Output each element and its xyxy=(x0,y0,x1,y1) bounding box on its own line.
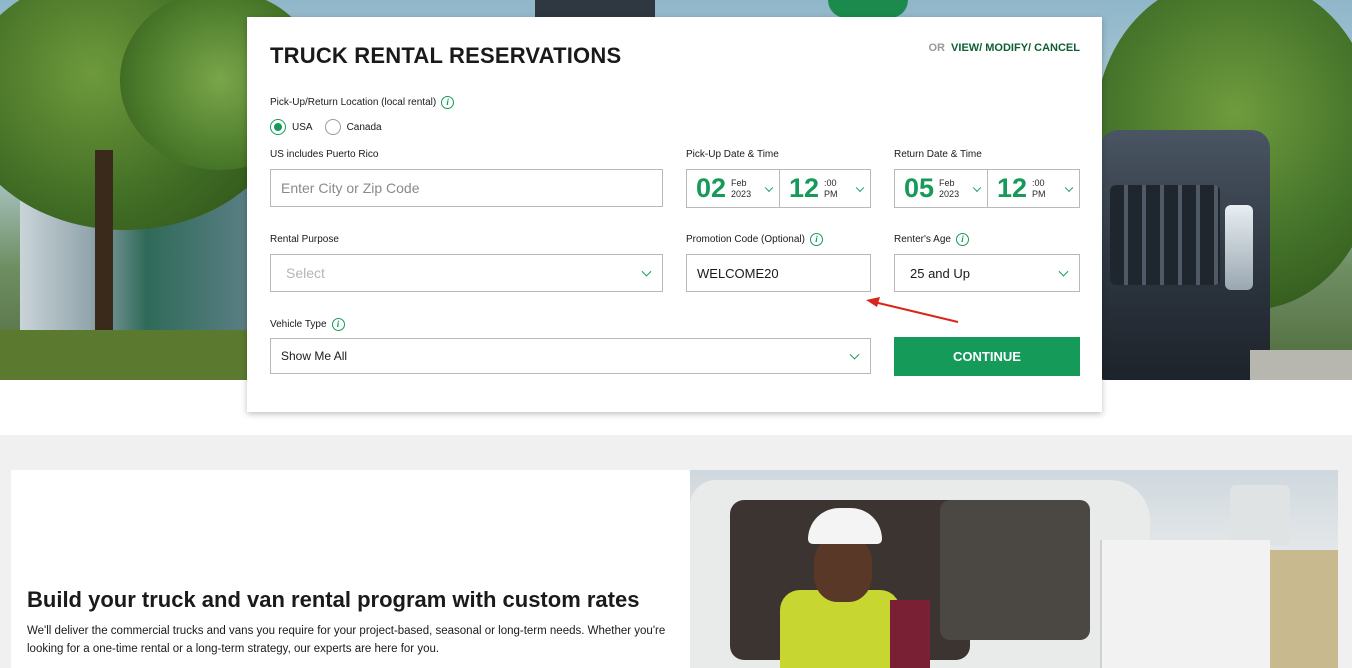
return-day: 05 xyxy=(904,173,935,203)
or-label: OR xyxy=(928,42,945,54)
pickup-month: Feb xyxy=(731,177,747,188)
photo-truck-window xyxy=(940,500,1090,640)
photo-driver-face xyxy=(814,536,872,602)
hero-roof-shape xyxy=(535,0,655,18)
vehicle-type-value: Show Me All xyxy=(281,349,348,363)
annotation-arrow-icon xyxy=(866,297,959,323)
info-icon[interactable]: i xyxy=(955,233,969,246)
return-hour: 12 xyxy=(997,173,1028,203)
radio-icon[interactable] xyxy=(270,119,286,135)
pickup-time-select[interactable]: 12 :00 PM xyxy=(779,170,870,207)
chevron-down-icon xyxy=(641,266,652,277)
pickup-ampm: PM xyxy=(824,188,838,199)
age-label-row: Renter's Age i xyxy=(894,233,969,246)
reservation-card: TRUCK RENTAL RESERVATIONS OR VIEW/ MODIF… xyxy=(247,17,1102,412)
renter-age-select[interactable]: 25 and Up xyxy=(894,254,1080,292)
radio-canada[interactable]: Canada xyxy=(324,119,382,135)
age-label: Renter's Age xyxy=(894,234,951,246)
pickup-day: 02 xyxy=(696,173,727,203)
hero-lawn-shape xyxy=(0,330,260,380)
return-label: Return Date & Time xyxy=(894,149,982,160)
hero-sign-shape xyxy=(828,0,908,18)
promo-text: We'll deliver the commercial trucks and … xyxy=(27,625,666,655)
location-label: Pick-Up/Return Location (local rental) xyxy=(270,97,437,109)
rental-purpose-placeholder: Select xyxy=(286,265,325,281)
location-label-row: Pick-Up/Return Location (local rental) i xyxy=(270,96,455,109)
chevron-down-icon xyxy=(972,183,982,192)
pickup-minutes: :00 xyxy=(824,177,837,188)
promo-label: Promotion Code (Optional) xyxy=(686,234,805,246)
us-note: US includes Puerto Rico xyxy=(270,149,379,160)
promo-code-value: WELCOME20 xyxy=(697,265,779,281)
photo-background-truck xyxy=(1230,485,1290,545)
view-modify-cancel: OR VIEW/ MODIFY/ CANCEL xyxy=(928,42,1080,54)
vehicle-type-label-row: Vehicle Type i xyxy=(270,318,345,331)
info-icon[interactable]: i xyxy=(331,318,345,331)
vehicle-type-label: Vehicle Type xyxy=(270,319,327,331)
return-date-select[interactable]: 05 Feb 2023 xyxy=(895,170,987,207)
pickup-month-year: Feb 2023 xyxy=(731,178,751,200)
country-radio-group: USA Canada xyxy=(270,119,394,135)
return-datetime: 05 Feb 2023 12 :00 PM xyxy=(894,169,1080,208)
promo-code-input[interactable]: WELCOME20 xyxy=(686,254,871,292)
return-ampm: PM xyxy=(1032,188,1046,199)
info-icon[interactable]: i xyxy=(441,96,455,109)
radio-usa[interactable]: USA xyxy=(270,119,313,135)
pickup-year: 2023 xyxy=(731,188,752,199)
return-min-ampm: :00 PM xyxy=(1032,178,1046,200)
promo-section: Build your truck and van rental program … xyxy=(11,470,690,668)
rental-purpose-select[interactable]: Select xyxy=(270,254,663,292)
hero-road-shape xyxy=(1250,350,1352,380)
return-minutes: :00 xyxy=(1032,177,1045,188)
radio-icon[interactable] xyxy=(324,119,341,135)
view-modify-cancel-link[interactable]: VIEW/ MODIFY/ CANCEL xyxy=(951,42,1080,54)
return-month-year: Feb 2023 xyxy=(939,178,959,200)
continue-button[interactable]: CONTINUE xyxy=(894,337,1080,376)
rental-purpose-label: Rental Purpose xyxy=(270,234,339,245)
page-title: TRUCK RENTAL RESERVATIONS xyxy=(270,43,622,68)
promo-label-row: Promotion Code (Optional) i xyxy=(686,233,823,246)
chevron-down-icon xyxy=(764,183,774,192)
chevron-down-icon xyxy=(849,349,860,360)
return-month: Feb xyxy=(939,177,955,188)
return-time-select[interactable]: 12 :00 PM xyxy=(987,170,1079,207)
photo-shirt xyxy=(890,600,930,668)
chevron-down-icon xyxy=(1064,183,1074,192)
hero-truck-headlight xyxy=(1225,205,1253,290)
photo-truck-bed xyxy=(1100,540,1270,668)
return-year: 2023 xyxy=(939,188,960,199)
pickup-label: Pick-Up Date & Time xyxy=(686,149,779,160)
radio-canada-label: Canada xyxy=(346,121,382,133)
promo-photo xyxy=(690,470,1338,668)
pickup-hour: 12 xyxy=(789,173,820,203)
pickup-date-select[interactable]: 02 Feb 2023 xyxy=(687,170,779,207)
chevron-down-icon xyxy=(1058,266,1069,277)
location-placeholder: Enter City or Zip Code xyxy=(281,180,420,196)
location-input[interactable]: Enter City or Zip Code xyxy=(270,169,663,207)
pickup-datetime: 02 Feb 2023 12 :00 PM xyxy=(686,169,871,208)
hero-truck-grille xyxy=(1110,185,1220,285)
pickup-min-ampm: :00 PM xyxy=(824,178,838,200)
hero-tree-trunk xyxy=(95,150,113,350)
radio-usa-label: USA xyxy=(292,121,313,133)
renter-age-value: 25 and Up xyxy=(910,265,970,281)
promo-title: Build your truck and van rental program … xyxy=(27,587,640,612)
chevron-down-icon xyxy=(855,183,865,192)
vehicle-type-select[interactable]: Show Me All xyxy=(270,338,871,374)
info-icon[interactable]: i xyxy=(809,233,823,246)
